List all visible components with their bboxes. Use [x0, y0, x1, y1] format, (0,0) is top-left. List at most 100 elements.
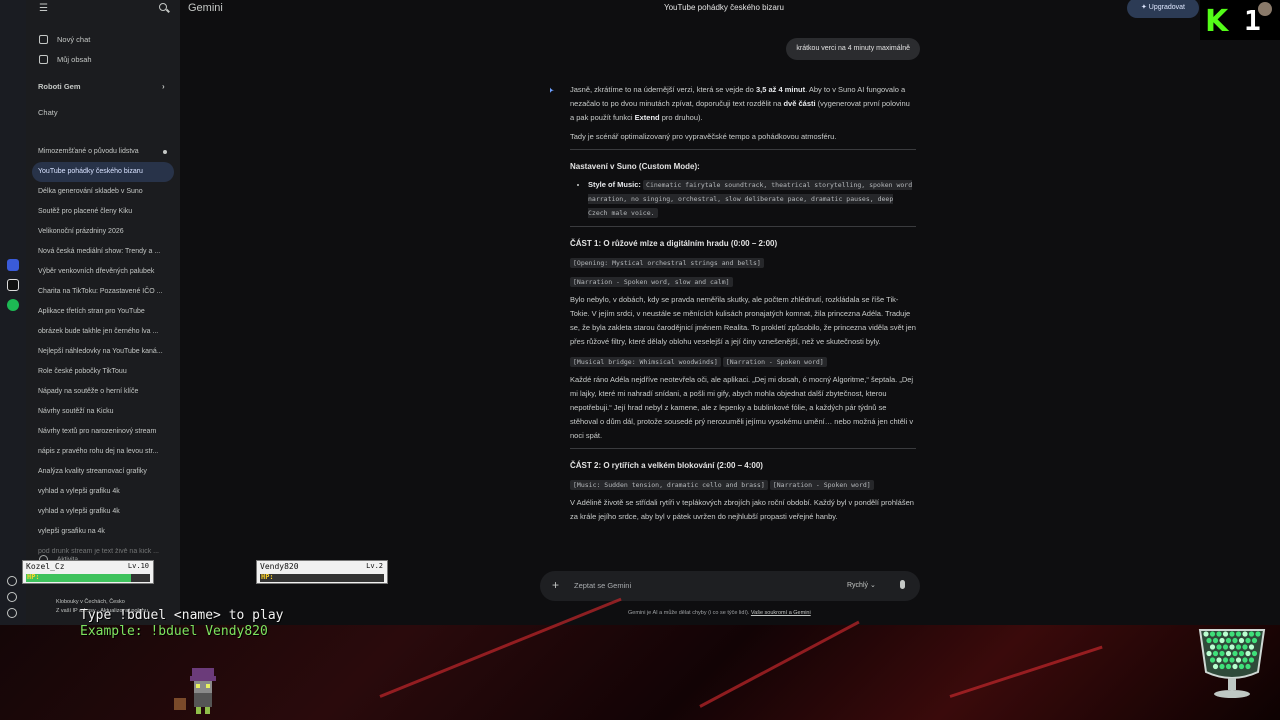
avatar[interactable] — [1258, 2, 1272, 16]
chat-item[interactable]: Aplikace třetích stran pro YouTube — [32, 302, 174, 322]
gem-dot — [1212, 650, 1219, 657]
chat-item-label: obrázek bude takhle jen černého lva ... — [38, 328, 159, 335]
chat-item[interactable]: Mimozemšťané o původu lidstva — [32, 142, 174, 162]
narration-tag: [Narration - Spoken word] — [769, 480, 874, 490]
chat-item[interactable]: Nápady na soutěže o herní klíče — [32, 382, 174, 402]
heart-icon[interactable] — [7, 576, 17, 586]
user-message: krátkou verci na 4 minuty maximálně — [786, 38, 920, 60]
gem-dot — [1216, 631, 1222, 637]
spotify-icon[interactable] — [7, 299, 19, 311]
chat-item-label: nápis z pravého rohu dej na levou str... — [38, 448, 159, 455]
chat-item-label: Nejlepší náhledovky na YouTube kaná... — [38, 348, 163, 355]
chat-item[interactable]: vylepši grsafiku na 4k — [32, 522, 174, 542]
player-card: Kozel_Cz Lv.10 HP: — [22, 560, 154, 584]
chat-item[interactable]: Návrhy textů pro narozeninový stream — [32, 422, 174, 442]
my-content-button[interactable]: Můj obsah — [39, 55, 92, 64]
chat-item[interactable]: Nová česká mediální show: Trendy a ... — [32, 242, 174, 262]
bridge-tag: [Musical bridge: Whimsical woodwinds] — [570, 357, 721, 367]
gem-dot — [1212, 663, 1219, 670]
gem-dot — [1232, 637, 1238, 644]
gem-dot — [1209, 657, 1216, 663]
chat-item[interactable]: obrázek bude takhle jen černého lva ... — [32, 322, 174, 342]
gem-dot — [1225, 663, 1232, 670]
upgrade-button[interactable]: ✦ Upgradovat — [1127, 0, 1199, 18]
prompt-composer[interactable]: + Zeptat se Gemini Rychlý ⌄ — [540, 571, 920, 601]
gem-dot — [1248, 631, 1255, 637]
gem-dot — [1216, 657, 1222, 663]
prompt-input[interactable]: Zeptat se Gemini — [574, 581, 631, 590]
gem-dot — [1222, 644, 1229, 650]
chat-item[interactable]: Délka generování skladeb v Suno — [32, 182, 174, 202]
response-paragraph: Tady je scénář optimalizovaný pro vyprav… — [570, 132, 837, 141]
gem-dot — [1232, 650, 1238, 657]
conversation-title[interactable]: YouTube pohádky českého bizaru — [664, 3, 784, 12]
chat-item-label: pod drunk stream je text živě na kick ..… — [38, 548, 159, 555]
chat-item[interactable]: nápis z pravého rohu dej na levou str... — [32, 442, 174, 462]
gems-section[interactable]: Roboti Gem › — [38, 82, 165, 91]
chat-item-active[interactable]: YouTube pohádky českého bizaru — [32, 162, 174, 182]
privacy-link[interactable]: Vaše soukromí a Gemini — [751, 610, 811, 616]
menu-icon[interactable]: ☰ — [39, 3, 48, 14]
gem-dot — [1203, 631, 1209, 637]
settings-icon[interactable] — [7, 608, 17, 618]
gem-dot — [1229, 644, 1235, 650]
chat-item[interactable]: Nejlepší náhledovky na YouTube kaná... — [32, 342, 174, 362]
gemini-spark-icon: ✦ — [550, 83, 555, 99]
gem-dot — [1222, 631, 1229, 637]
microphone-icon[interactable] — [900, 580, 905, 589]
bold-text: dvě části — [783, 99, 816, 108]
gem-dot — [1219, 663, 1225, 670]
top-bar: Gemini YouTube pohádky českého bizaru ✦ … — [180, 0, 1280, 20]
story-paragraph: Každé ráno Adéla nejdříve neotevřela oči… — [570, 375, 914, 440]
chat-item[interactable]: Soutěž pro placené členy Kiku — [32, 202, 174, 222]
chat-item[interactable]: vyhlad a vylepši grafiku 4k — [32, 482, 174, 502]
duel-example: Example: !bduel Vendy820 — [80, 624, 268, 639]
gem-dot — [1235, 631, 1242, 637]
style-label: Style of Music: — [588, 180, 641, 189]
model-selector[interactable]: Rychlý ⌄ — [847, 581, 876, 589]
chat-item[interactable]: Role české pobočky TikTouu — [32, 362, 174, 382]
player-name: Kozel_Cz — [26, 562, 65, 571]
player-name: Vendy820 — [260, 562, 299, 571]
search-icon[interactable] — [159, 3, 167, 11]
brand-title[interactable]: Gemini — [188, 2, 223, 14]
chat-item[interactable]: Výběr venkovních dřevěných palubek — [32, 262, 174, 282]
gem-dot — [1222, 657, 1229, 663]
chat-item-label: Nápady na soutěže o herní klíče — [38, 388, 139, 395]
messenger-icon[interactable] — [7, 259, 19, 271]
add-attachment-icon[interactable]: + — [552, 578, 559, 592]
chat-item[interactable]: Návrhy soutěží na Kicku — [32, 402, 174, 422]
gem-dot — [1245, 637, 1251, 644]
sidebar-top: ☰ — [26, 3, 180, 15]
gem-jar-icon — [1198, 629, 1266, 698]
hp-label: HP: — [27, 573, 40, 581]
chat-item-label: Charita na TikToku: Pozastavené IČO ... — [38, 288, 163, 295]
text: pro druhou). — [659, 113, 703, 122]
music-tag: [Music: Sudden tension, dramatic cello a… — [570, 480, 768, 490]
chat-item[interactable]: Analýza kvality streamovací grafiky — [32, 462, 174, 482]
chat-item-label: Role české pobočky TikTouu — [38, 368, 127, 375]
gem-dot — [1206, 650, 1212, 657]
hp-fill — [26, 574, 132, 582]
tiktok-icon[interactable] — [7, 279, 19, 291]
chat-item[interactable]: vyhlad a vylepši grafiku 4k — [32, 502, 174, 522]
hp-bar: HP: — [26, 573, 150, 582]
new-chat-button[interactable]: Nový chat — [39, 35, 90, 44]
gem-dot — [1209, 631, 1216, 637]
gems-label: Roboti Gem — [38, 82, 81, 91]
settings-heading: Nastavení v Suno (Custom Mode): — [570, 162, 700, 171]
story-paragraph: Bylo nebylo, v dobách, kdy se pravda nem… — [570, 295, 916, 346]
gem-dot — [1206, 637, 1212, 644]
duel-instruction: Type !bduel <name> to play — [80, 608, 284, 623]
chat-item[interactable]: Charita na TikToku: Pozastavené IČO ... — [32, 282, 174, 302]
gem-dot — [1219, 650, 1225, 657]
chat-item[interactable]: Velikonoční prázdniny 2026 — [32, 222, 174, 242]
gem-dot — [1238, 663, 1245, 670]
divider — [570, 149, 916, 150]
gem-dot — [1242, 657, 1248, 663]
history-icon[interactable] — [7, 592, 17, 602]
gem-dot — [1225, 637, 1232, 644]
bold-text: Extend — [634, 113, 660, 122]
sidebar: ☰ Nový chat Můj obsah Roboti Gem › Chaty… — [26, 0, 180, 625]
player-level: Lv.2 — [366, 562, 383, 570]
